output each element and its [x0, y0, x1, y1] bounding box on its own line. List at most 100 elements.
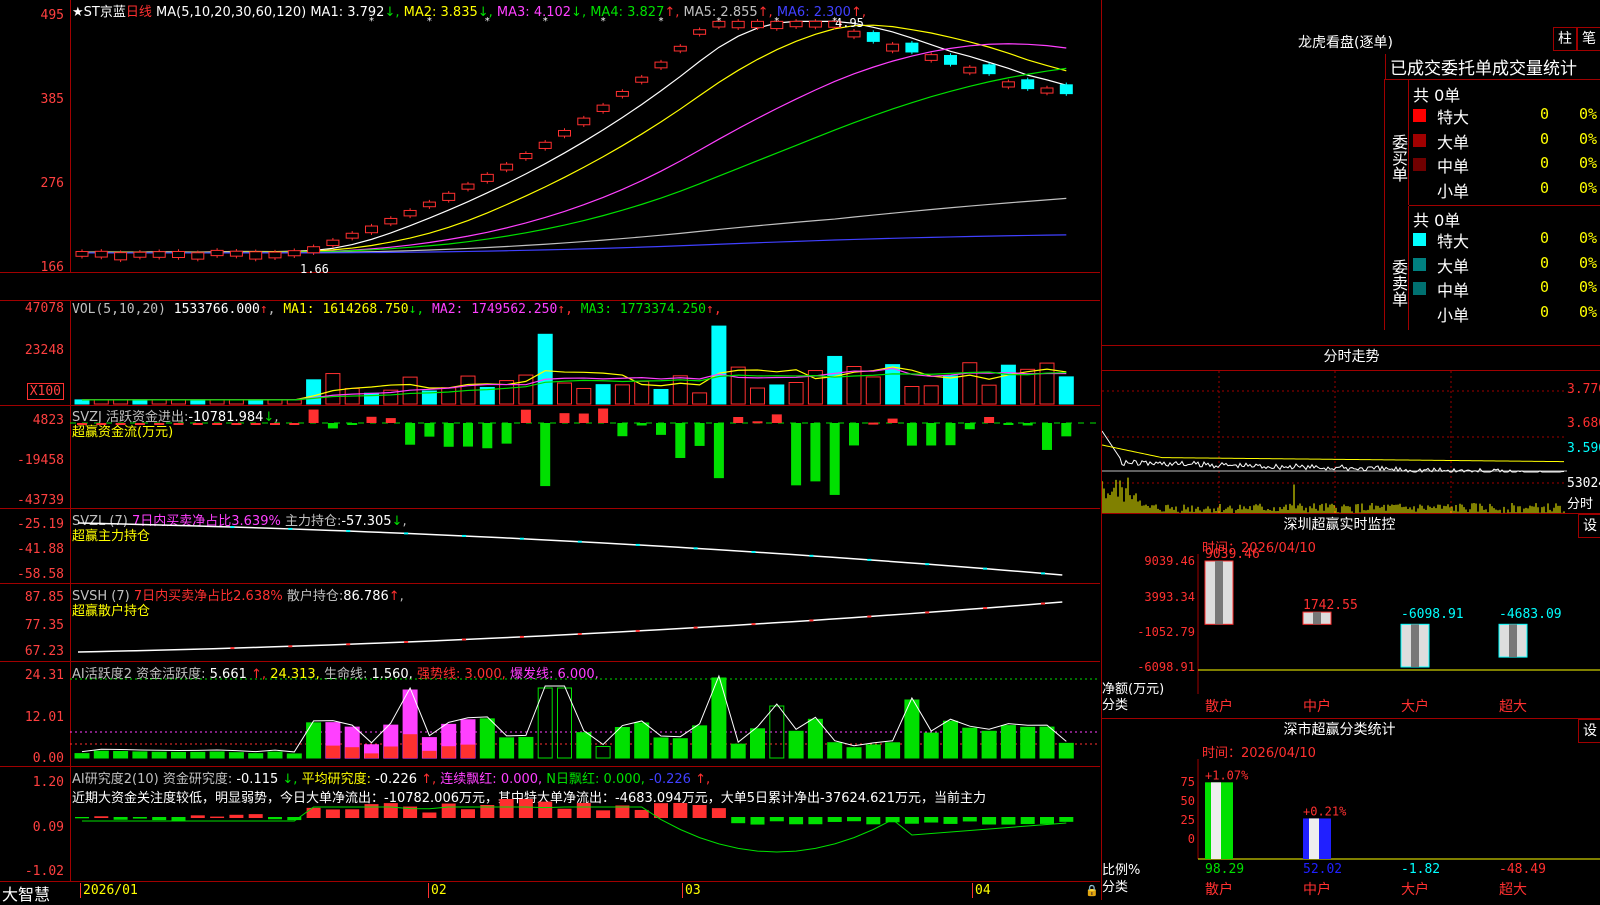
order-count: 0 [1540, 129, 1550, 148]
activity-bar [634, 722, 650, 759]
candle-body [75, 251, 89, 257]
class-y-label: 50 [1181, 794, 1195, 808]
class-chart[interactable]: 75 50 25 0 +1.07% 98.29 散户 +0.21% 52.02 中户 -1.82 大户… [1102, 719, 1600, 900]
holding-tick [577, 633, 582, 636]
limit-star: * [600, 16, 606, 27]
y-label: -19458 [17, 453, 64, 468]
research-bar [210, 816, 225, 818]
flow-bar [308, 409, 319, 423]
svzj-pane[interactable]: 4823 -19458 -43739 SVZJ 活跃资金进出:-10781.98… [0, 405, 1100, 509]
activity-bar-base [461, 744, 475, 758]
order-count: 0 [1540, 229, 1550, 247]
research-bar [789, 817, 804, 825]
intraday-price: 3.680 [1567, 416, 1600, 431]
candle-body [963, 66, 977, 74]
candle-body [249, 251, 263, 260]
kline-pane[interactable]: 495 385 276 166 ★ST京蓝日线 MA(5,10,20,30,60… [0, 0, 1100, 276]
flow-bar [964, 423, 975, 430]
y-label: -58.58 [17, 567, 64, 582]
ma-line [81, 197, 1067, 254]
order-pct: 0% [1579, 105, 1598, 123]
volume-bar [943, 375, 958, 405]
research-bar [152, 817, 167, 821]
candle-body [577, 117, 591, 126]
intraday-chart[interactable] [1102, 371, 1567, 513]
ai-research-chart[interactable] [70, 767, 1100, 881]
volume-pane[interactable]: 47078 23248 X100 VOL(5,10,20) 1533766.00… [0, 300, 1100, 406]
limit-star: * [426, 16, 432, 27]
order-pct: 0% [1579, 278, 1598, 296]
high-price-label: 4.95 [835, 16, 864, 30]
intraday-title: 分时走势 [1102, 346, 1600, 371]
volume-bar [93, 399, 109, 405]
tick-mode-button[interactable]: 笔 [1577, 27, 1600, 51]
research-bar [769, 817, 784, 822]
activity-bar [788, 730, 804, 759]
class-category: 中户 [1303, 881, 1331, 898]
flow-bar [868, 422, 879, 425]
bar-mode-button[interactable]: 柱 [1553, 27, 1577, 51]
flow-bar [482, 423, 493, 449]
candle-body [693, 29, 707, 35]
flow-bar [366, 416, 377, 423]
flow-bar [115, 423, 126, 425]
activity-bar-base [325, 745, 340, 758]
order-pct: 0% [1579, 229, 1598, 247]
sell-order-label: 委卖单 [1385, 206, 1409, 330]
limit-star: * [716, 16, 722, 27]
research-bar [364, 804, 379, 818]
flow-bar [617, 423, 628, 437]
research-bar [962, 817, 977, 822]
lock-icon[interactable]: 🔒 [1085, 884, 1099, 897]
y-label: 495 [40, 8, 64, 23]
ai-active-pane[interactable]: 24.31 12.01 0.00 AI活跃度2 资金活跃度: 5.661 ↑, … [0, 662, 1100, 767]
activity-bar [653, 737, 669, 759]
svzl-chart[interactable] [70, 509, 1100, 583]
svzj-y-axis: 4823 -19458 -43739 [0, 405, 71, 508]
volume-unit: X100 [26, 383, 64, 400]
svzl-pane[interactable]: -25.19 -41.88 -58.58 SVZL (7) 7日内买卖净占比3.… [0, 509, 1100, 584]
candle-body [133, 251, 147, 258]
y-label: 1.20 [32, 775, 64, 790]
intraday-panel[interactable]: 分时走势 3.770 3.680 3.590 53024 分时 [1101, 346, 1600, 514]
class-y-label: 25 [1181, 813, 1195, 827]
svsh-chart[interactable] [70, 584, 1100, 661]
svzj-chart[interactable] [70, 405, 1100, 508]
activity-bar [923, 732, 939, 759]
flow-bar [887, 418, 898, 423]
monitor-bar-value: 1742.55 [1303, 598, 1358, 613]
ai-research-pane[interactable]: 1.20 0.09 -1.02 AI研究度2(10) 资金研究度: -0.115… [0, 767, 1100, 882]
monitor-y-label: -1052.79 [1137, 625, 1195, 639]
kline-chart[interactable]: * * * * * * * * * [70, 0, 1100, 272]
activity-bar [672, 738, 688, 759]
flow-bar [501, 423, 512, 444]
monitor-chart[interactable]: 9039.46 3993.34 -1052.79 -6098.91 9039.46 散户 1… [1102, 514, 1600, 718]
volume-y-axis: 47078 23248 X100 [0, 301, 71, 405]
monitor-bar-value: -6098.91 [1401, 607, 1464, 622]
activity-bar [479, 718, 495, 759]
volume-chart[interactable] [70, 301, 1100, 405]
research-bar [866, 817, 881, 825]
sz-monitor-panel[interactable]: 深圳超赢实时监控 设 时间：2026/04/10 净额(万元) 分类 9039.… [1101, 514, 1600, 719]
order-type: 小单 [1437, 305, 1470, 325]
activity-bar-base [422, 750, 437, 758]
research-bar [673, 802, 688, 818]
flow-bar [443, 423, 454, 447]
flow-bar [559, 413, 570, 423]
svsh-pane[interactable]: 87.85 77.35 67.23 SVSH (7) 7日内买卖净占比2.638… [0, 584, 1100, 662]
volume-bar [788, 381, 804, 405]
candle-body [635, 76, 649, 83]
ma-line [81, 24, 1067, 254]
intraday-price: 3.590 [1567, 441, 1600, 456]
volume-bar [325, 373, 341, 405]
activity-bar [151, 751, 167, 759]
y-label: 385 [40, 92, 64, 107]
activity-bar [846, 747, 862, 759]
sz-class-panel[interactable]: 深市超赢分类统计 设 时间：2026/04/10 比例% 分类 75 50 25 0 +… [1101, 719, 1600, 900]
holding-tick [519, 537, 524, 540]
volume-bar [904, 386, 920, 405]
volume-bar [537, 333, 553, 405]
volume-bar [209, 399, 225, 405]
ai-active-chart[interactable] [70, 662, 1100, 766]
monitor-category: 超大 [1499, 699, 1527, 715]
